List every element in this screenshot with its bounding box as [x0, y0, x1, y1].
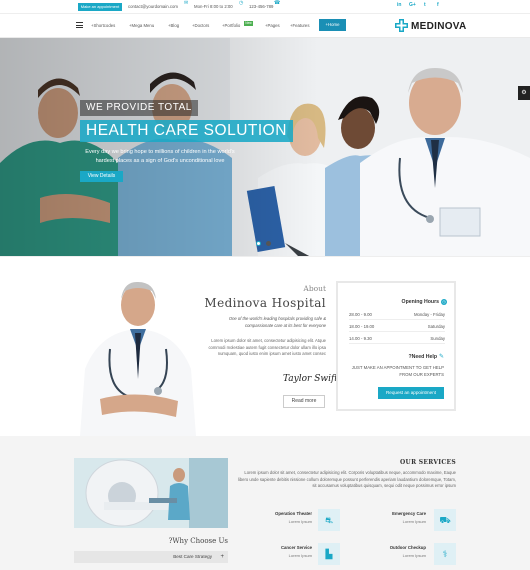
- nav-item-blog[interactable]: +Blog: [168, 22, 179, 29]
- hero-description: Every day we bring hope to millions of c…: [85, 149, 235, 164]
- nav-item-mega-menu[interactable]: +Mega Menu: [129, 22, 154, 29]
- main-nav: +Shortcodes +Mega Menu +Blog +Doctors +P…: [0, 14, 530, 38]
- hamburger-menu-icon[interactable]: [76, 22, 83, 28]
- facebook-icon[interactable]: f: [437, 2, 439, 8]
- about-body: Lorem ipsum dolor sit amet, consectetur …: [208, 338, 326, 356]
- service-sub: Lorem Ipsum: [402, 553, 426, 558]
- help-text: JUST MAKE AN APPOINTMENT TO GET HELP FRO…: [351, 365, 444, 377]
- google-plus-icon[interactable]: G+: [409, 2, 416, 8]
- contact-email[interactable]: contact@yourdomain.com: [128, 3, 178, 11]
- opening-hours-title: Opening Hours: [401, 299, 439, 305]
- nav-item-features[interactable]: +Features: [290, 22, 309, 29]
- envelope-icon: ✉: [184, 0, 189, 6]
- accordion-best-care-strategy[interactable]: Best Care Strategy +: [74, 551, 228, 563]
- nav-item-shortcodes[interactable]: +Shortcodes: [91, 22, 115, 29]
- hero-tagline: WE PROVIDE TOTAL: [80, 100, 198, 116]
- nav-item-portfolio[interactable]: +Portfolio: [222, 22, 240, 29]
- read-more-button[interactable]: Read more: [283, 395, 325, 408]
- services-section: ?Why Choose Us Best Care Strategy + OUR …: [0, 436, 530, 570]
- about-intro: One of the world's leading hospitals pro…: [228, 316, 326, 328]
- service-name[interactable]: Emergency Care: [366, 511, 426, 516]
- service-name[interactable]: Operation Theater: [252, 511, 312, 516]
- settings-side-tab-icon[interactable]: ⚙: [518, 86, 530, 100]
- edit-icon: ✎: [439, 354, 445, 360]
- hours-row: 14.00 - 9.30 Sunday: [349, 334, 445, 344]
- hero-slider: WE PROVIDE TOTAL HEALTH CARE SOLUTION Ev…: [0, 38, 530, 256]
- services-heading: OUR SERVICES: [400, 459, 456, 466]
- page: Make an appointment contact@yourdomain.c…: [0, 0, 530, 570]
- service-sub: Lorem Ipsum: [402, 519, 426, 524]
- hospital-building-icon[interactable]: ▙: [318, 543, 340, 565]
- phone-icon: ☎: [274, 0, 281, 6]
- clock-icon: ◷: [239, 0, 244, 6]
- stethoscope-icon[interactable]: ⚕: [434, 543, 456, 565]
- site-logo[interactable]: MEDINOVA: [411, 21, 467, 32]
- doctor-portrait-image: [80, 281, 196, 436]
- top-bar: Make an appointment contact@yourdomain.c…: [0, 0, 530, 14]
- hours-row: 18.00 - 19.00 Saturday: [349, 322, 445, 332]
- opening-hours-text: Mon-Fri 8:00 to 2:00: [194, 4, 233, 9]
- about-section: About Medinova Hospital One of the world…: [0, 256, 530, 436]
- slider-dot-2[interactable]: [266, 241, 271, 246]
- ambulance-icon[interactable]: ⛟: [434, 509, 456, 531]
- services-intro: Lorem ipsum dolor sit amet, consectetur …: [237, 470, 456, 488]
- nav-item-pages[interactable]: +Pages: [265, 22, 280, 29]
- hero-title: HEALTH CARE SOLUTION: [80, 120, 293, 142]
- slider-dot-1[interactable]: [256, 241, 261, 246]
- opening-hours-card: Opening Hours ◷ 28.00 - 9.00 Monday - Fri…: [336, 281, 456, 411]
- phone-number: 123-456-789: [249, 4, 274, 9]
- nav-item-home[interactable]: +Home: [319, 19, 346, 31]
- service-sub: Lorem Ipsum: [288, 553, 312, 558]
- need-help-title: ?Need Help: [408, 354, 437, 360]
- clock-icon: ◷: [441, 299, 447, 305]
- view-details-button[interactable]: View Details: [80, 171, 123, 182]
- service-name[interactable]: Outdoor Checkup: [366, 545, 426, 550]
- why-choose-us-title: ?Why Choose Us: [168, 537, 228, 545]
- service-name[interactable]: Cancer Service: [252, 545, 312, 550]
- mri-scanner-photo: [74, 458, 228, 528]
- request-appointment-button[interactable]: Request an appointment: [378, 387, 444, 399]
- twitter-icon[interactable]: t: [424, 2, 426, 8]
- medical-cross-logo-icon: [395, 19, 408, 32]
- plus-icon: +: [220, 554, 224, 560]
- hours-row: 28.00 - 9.00 Monday - Friday: [349, 310, 445, 320]
- linkedin-icon[interactable]: in: [397, 2, 401, 8]
- make-appointment-button[interactable]: Make an appointment: [78, 3, 122, 11]
- nav-item-doctors[interactable]: +Doctors: [192, 22, 209, 29]
- about-label: About: [303, 284, 326, 293]
- operation-bed-icon[interactable]: ⛐: [318, 509, 340, 531]
- new-badge: New: [244, 21, 253, 26]
- about-title: Medinova Hospital: [204, 296, 326, 310]
- signature: Taylor Swift: [283, 374, 338, 384]
- service-sub: Lorem Ipsum: [288, 519, 312, 524]
- hero-overlay: [0, 38, 530, 256]
